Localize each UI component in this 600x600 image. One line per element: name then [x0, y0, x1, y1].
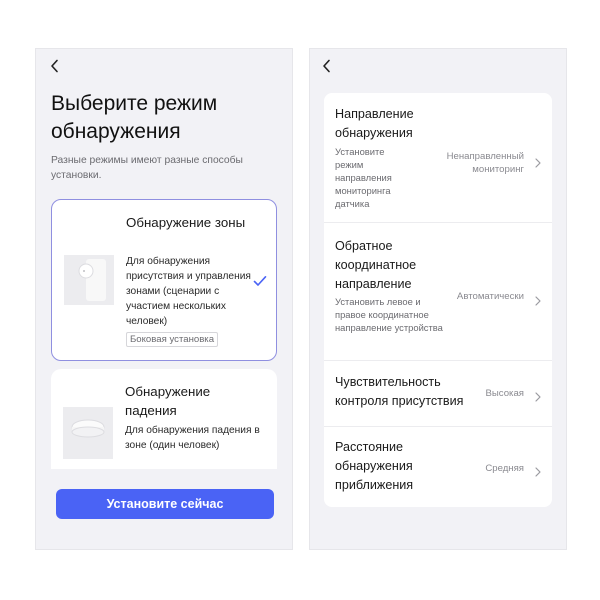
- card-title: Обнаружение падения: [125, 384, 211, 418]
- settings-panel: Направление обнаружения Установите режим…: [324, 93, 552, 507]
- install-now-button[interactable]: Установите сейчас: [56, 489, 274, 519]
- setting-title: Обратное координатное направление: [335, 239, 417, 291]
- chevron-right-icon: [535, 293, 541, 311]
- mode-card-zone[interactable]: Обнаружение зоны Для обнаружения присутс…: [51, 199, 277, 361]
- setting-row-reverse-coordinates[interactable]: Обратное координатное направление Устано…: [324, 223, 552, 361]
- card-description: Для обнаружения присутствия и управления…: [126, 256, 251, 327]
- detection-mode-screen: Выберите режим обнаружения Разные режимы…: [35, 48, 293, 550]
- settings-screen: Направление обнаружения Установите режим…: [309, 48, 567, 550]
- setting-title: Расстояние обнаружения приближения: [335, 440, 414, 492]
- setting-value: Автоматически: [456, 291, 524, 302]
- mode-card-fall[interactable]: Обнаружение падения Для обнаружения паде…: [51, 369, 277, 479]
- setting-row-direction[interactable]: Направление обнаружения Установите режим…: [324, 93, 552, 223]
- sensor-side-image: [64, 255, 114, 305]
- chevron-right-icon: [535, 389, 541, 407]
- sensor-ceiling-image: [63, 407, 113, 459]
- setting-title: Чувствительность контроля присутствия: [335, 375, 464, 408]
- chevron-right-icon: [535, 464, 541, 482]
- card-title: Обнаружение зоны: [126, 215, 246, 230]
- setting-value: Высокая: [485, 388, 524, 399]
- chevron-right-icon: [535, 155, 541, 173]
- setting-row-sensitivity[interactable]: Чувствительность контроля присутствия Вы…: [324, 361, 552, 427]
- setting-title: Направление обнаружения: [335, 107, 414, 140]
- setting-value: Средняя: [485, 463, 524, 474]
- page-subtitle: Разные режимы имеют разные способы устан…: [51, 155, 243, 181]
- setting-value: Ненаправленный мониторинг: [446, 151, 524, 175]
- list-fade: [36, 469, 292, 483]
- back-icon[interactable]: [50, 59, 60, 73]
- install-type-badge: Боковая установка: [126, 332, 219, 347]
- checkmark-icon: [253, 274, 267, 292]
- page-title: Выберите режим обнаружения: [51, 92, 218, 143]
- card-description: Для обнаружения падения в зоне (один чел…: [125, 425, 260, 451]
- setting-description: Установите режим направления мониторинга…: [335, 146, 392, 209]
- setting-description: Установить левое и правое координатное н…: [335, 296, 443, 333]
- back-icon[interactable]: [322, 59, 332, 73]
- setting-row-approach-distance[interactable]: Расстояние обнаружения приближения Средн…: [324, 427, 552, 507]
